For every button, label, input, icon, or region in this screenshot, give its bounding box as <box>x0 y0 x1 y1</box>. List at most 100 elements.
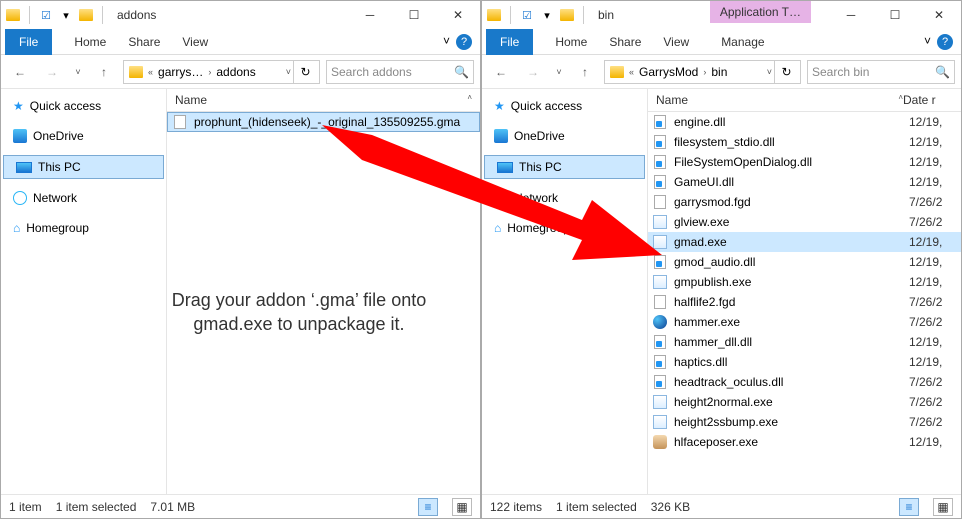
file-name: gmpublish.exe <box>674 275 903 289</box>
file-date: 12/19, <box>909 355 953 369</box>
chevron-right-icon[interactable]: › <box>703 67 706 77</box>
status-selection: 1 item selected <box>56 500 137 514</box>
file-name: gmod_audio.dll <box>674 255 903 269</box>
history-dropdown-icon[interactable]: ˅ <box>767 67 772 77</box>
nav-this-pc[interactable]: This PC <box>3 155 164 179</box>
ribbon: File Home Share View ˅ ? <box>1 29 480 55</box>
details-view-icon[interactable]: ≡ <box>418 498 438 516</box>
home-tab[interactable]: Home <box>74 35 106 49</box>
close-button[interactable]: ✕ <box>436 1 480 29</box>
column-headers[interactable]: Name ˄ <box>167 89 480 112</box>
file-row[interactable]: hammer.exe7/26/2 <box>648 312 961 332</box>
properties-icon[interactable]: ☑ <box>519 7 535 23</box>
nav-quick-access[interactable]: ★Quick access <box>1 95 166 117</box>
back-button[interactable]: ← <box>488 59 514 85</box>
file-row[interactable]: filesystem_stdio.dll12/19, <box>648 132 961 152</box>
file-row[interactable]: hammer_dll.dll12/19, <box>648 332 961 352</box>
file-row[interactable]: glview.exe7/26/2 <box>648 212 961 232</box>
up-button[interactable]: ↑ <box>91 59 117 85</box>
maximize-button[interactable]: ☐ <box>392 1 436 29</box>
share-tab[interactable]: Share <box>128 35 160 49</box>
file-name: headtrack_oculus.dll <box>674 375 903 389</box>
column-name[interactable]: Name <box>656 93 818 107</box>
qat-dropdown-icon[interactable]: ▾ <box>539 7 555 23</box>
file-row[interactable]: FileSystemOpenDialog.dll12/19, <box>648 152 961 172</box>
history-dropdown-icon[interactable]: ˅ <box>286 67 291 77</box>
breadcrumb[interactable]: addons <box>213 65 258 79</box>
nav-homegroup[interactable]: ⌂Homegroup <box>1 217 166 239</box>
address-bar[interactable]: « GarrysMod › bin ˅ ↻ <box>604 60 801 84</box>
file-row[interactable]: haptics.dll12/19, <box>648 352 961 372</box>
file-icon <box>652 234 668 250</box>
nav-homegroup[interactable]: ⌂Homegroup <box>482 217 647 239</box>
icons-view-icon[interactable]: ▦ <box>452 498 472 516</box>
file-tab[interactable]: File <box>486 29 533 55</box>
expand-ribbon-icon[interactable]: ˅ <box>924 34 931 50</box>
folder-small-icon <box>559 7 575 23</box>
file-row[interactable]: headtrack_oculus.dll7/26/2 <box>648 372 961 392</box>
breadcrumb[interactable]: garrys… <box>155 65 206 79</box>
nav-this-pc[interactable]: This PC <box>484 155 645 179</box>
forward-button[interactable]: → <box>520 59 546 85</box>
file-row[interactable]: engine.dll12/19, <box>648 112 961 132</box>
view-tab[interactable]: View <box>663 35 689 49</box>
file-tab[interactable]: File <box>5 29 52 55</box>
up-button[interactable]: ↑ <box>572 59 598 85</box>
nav-network[interactable]: Network <box>1 187 166 209</box>
nav-network[interactable]: Network <box>482 187 647 209</box>
file-date: 7/26/2 <box>909 315 953 329</box>
chevron-double-icon[interactable]: « <box>148 67 153 77</box>
file-row[interactable]: gmad.exe12/19, <box>648 232 961 252</box>
file-row[interactable]: halflife2.fgd7/26/2 <box>648 292 961 312</box>
forward-button[interactable]: → <box>39 59 65 85</box>
search-icon: 🔍 <box>454 65 469 79</box>
file-row[interactable]: prophunt_(hidenseek)_-_original_13550925… <box>167 112 480 132</box>
breadcrumb[interactable]: GarrysMod <box>636 65 701 79</box>
file-row[interactable]: height2ssbump.exe7/26/2 <box>648 412 961 432</box>
nav-onedrive[interactable]: OneDrive <box>482 125 647 147</box>
file-icon <box>652 194 668 210</box>
details-view-icon[interactable]: ≡ <box>899 498 919 516</box>
file-date: 12/19, <box>909 435 953 449</box>
file-row[interactable]: garrysmod.fgd7/26/2 <box>648 192 961 212</box>
help-icon[interactable]: ? <box>937 34 953 50</box>
context-tab[interactable]: Application T… <box>710 1 811 23</box>
search-input[interactable]: Search addons 🔍 <box>326 60 474 84</box>
home-tab[interactable]: Home <box>555 35 587 49</box>
column-headers[interactable]: Name ˄ Date r <box>648 89 961 112</box>
search-input[interactable]: Search bin 🔍 <box>807 60 955 84</box>
help-icon[interactable]: ? <box>456 34 472 50</box>
minimize-button[interactable]: ─ <box>829 1 873 29</box>
recent-dropdown-icon[interactable]: ˅ <box>552 59 566 85</box>
file-row[interactable]: GameUI.dll12/19, <box>648 172 961 192</box>
nav-quick-access[interactable]: ★Quick access <box>482 95 647 117</box>
file-icon <box>652 114 668 130</box>
share-tab[interactable]: Share <box>609 35 641 49</box>
file-icon <box>652 334 668 350</box>
file-row[interactable]: hlfaceposer.exe12/19, <box>648 432 961 452</box>
maximize-button[interactable]: ☐ <box>873 1 917 29</box>
file-date: 12/19, <box>909 135 953 149</box>
manage-tab[interactable]: Manage <box>721 35 764 49</box>
back-button[interactable]: ← <box>7 59 33 85</box>
minimize-button[interactable]: ─ <box>348 1 392 29</box>
refresh-button[interactable]: ↻ <box>293 61 317 83</box>
column-name[interactable]: Name <box>175 93 387 107</box>
address-bar[interactable]: « garrys… › addons ˅ ↻ <box>123 60 320 84</box>
close-button[interactable]: ✕ <box>917 1 961 29</box>
file-row[interactable]: gmod_audio.dll12/19, <box>648 252 961 272</box>
refresh-button[interactable]: ↻ <box>774 61 798 83</box>
chevron-right-icon[interactable]: › <box>208 67 211 77</box>
recent-dropdown-icon[interactable]: ˅ <box>71 59 85 85</box>
view-tab[interactable]: View <box>182 35 208 49</box>
column-date[interactable]: Date r <box>903 93 953 107</box>
qat-dropdown-icon[interactable]: ▾ <box>58 7 74 23</box>
breadcrumb[interactable]: bin <box>708 65 730 79</box>
file-row[interactable]: height2normal.exe7/26/2 <box>648 392 961 412</box>
properties-icon[interactable]: ☑ <box>38 7 54 23</box>
expand-ribbon-icon[interactable]: ˅ <box>443 34 450 50</box>
chevron-double-icon[interactable]: « <box>629 67 634 77</box>
nav-onedrive[interactable]: OneDrive <box>1 125 166 147</box>
icons-view-icon[interactable]: ▦ <box>933 498 953 516</box>
file-row[interactable]: gmpublish.exe12/19, <box>648 272 961 292</box>
